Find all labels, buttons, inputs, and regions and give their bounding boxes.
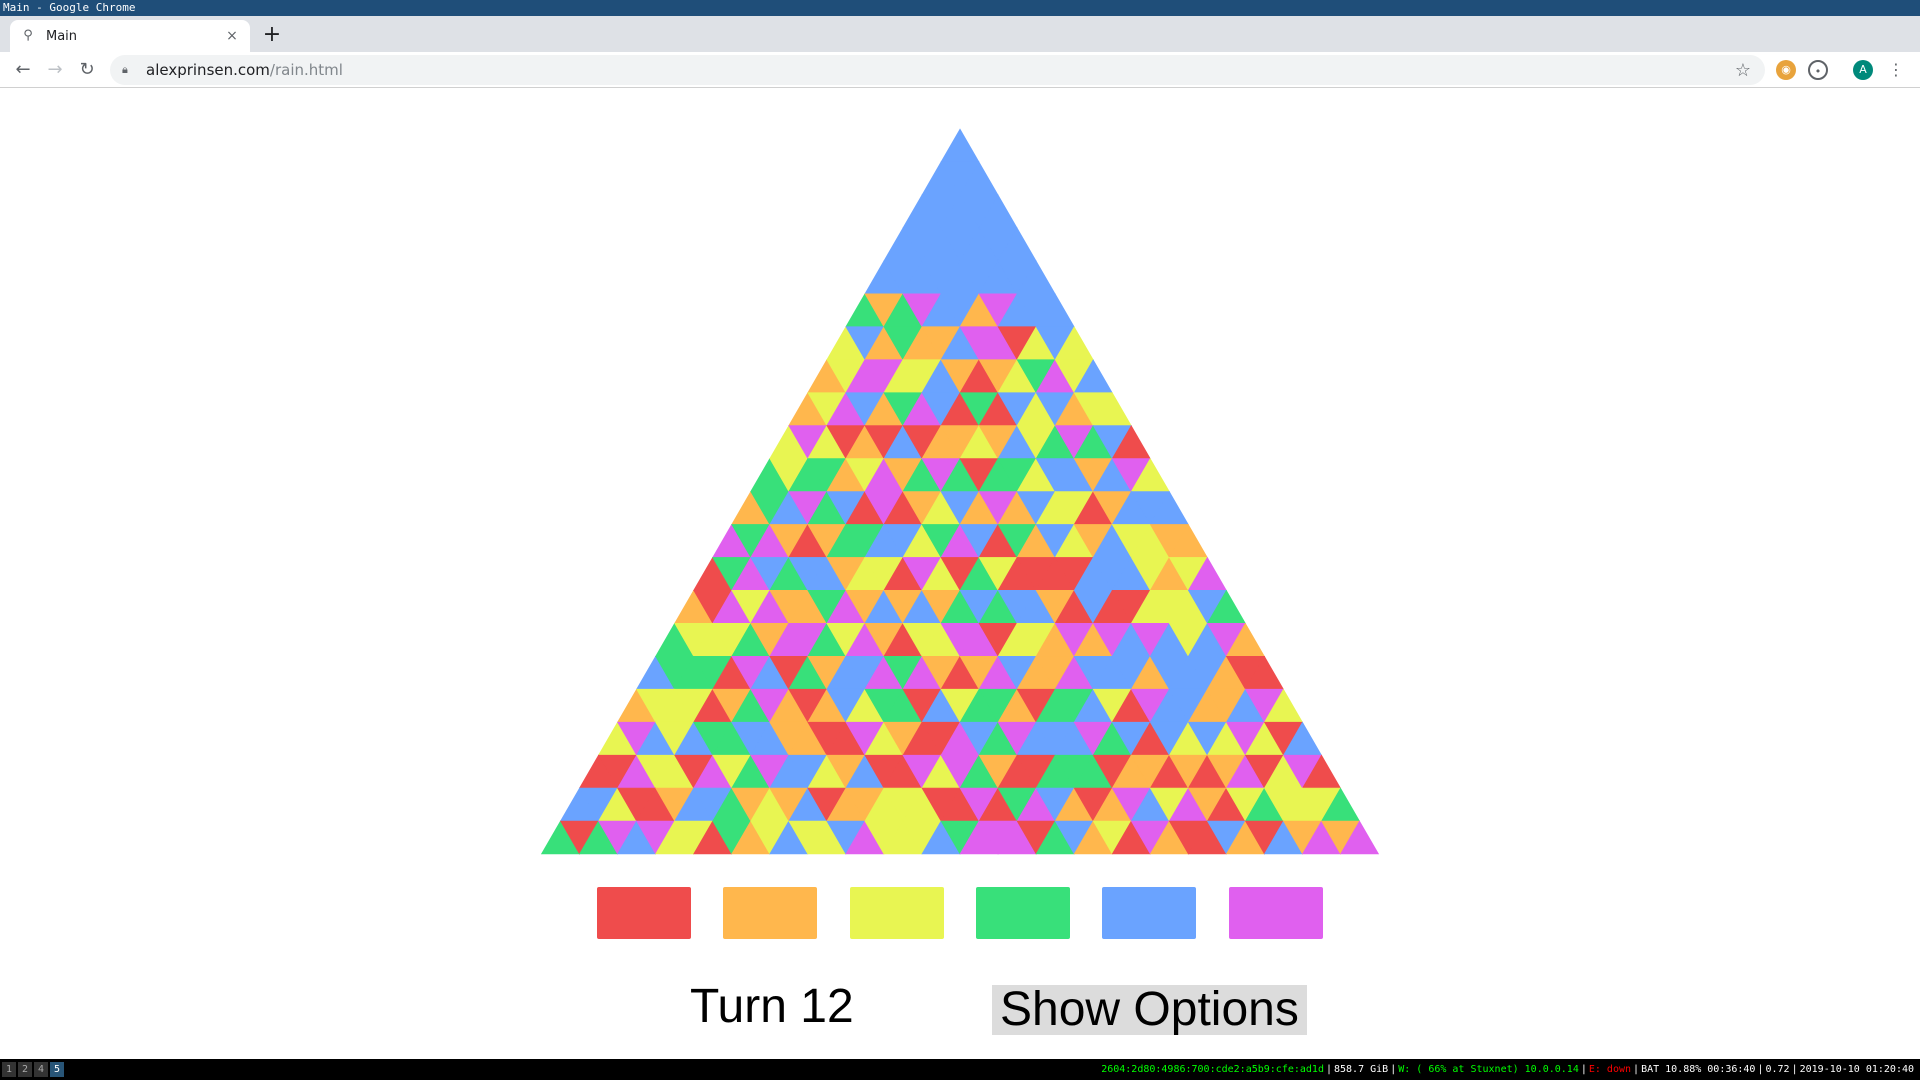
workspace-1[interactable]: 1: [2, 1062, 16, 1077]
color-swatch-magenta[interactable]: [1229, 887, 1323, 939]
color-swatch-green[interactable]: [976, 887, 1070, 939]
date-time: 2019-10-10 01:20:40: [1799, 1064, 1914, 1075]
color-swatch-red[interactable]: [597, 887, 691, 939]
url-path: /rain.html: [269, 61, 343, 79]
address-bar[interactable]: 🔒︎ alexprinsen.com/rain.html ☆: [110, 55, 1765, 85]
profile-avatar[interactable]: A: [1853, 60, 1873, 80]
page-favicon-icon: ⚲: [23, 28, 33, 43]
tab-title: Main: [46, 28, 78, 44]
load-average: 0.72: [1765, 1064, 1790, 1075]
ipv6-address: 2604:2d80:4986:700:cde2:a5b9:cfe:ad1d: [1101, 1064, 1324, 1075]
forward-button[interactable]: →: [41, 56, 69, 84]
workspace-2[interactable]: 2: [18, 1062, 32, 1077]
browser-menu-icon[interactable]: ⋮: [1888, 58, 1904, 82]
tab-strip: ⚲ Main × +: [0, 16, 1920, 52]
show-options-button[interactable]: Show Options: [992, 985, 1307, 1035]
extension-lock-icon[interactable]: •: [1808, 60, 1828, 80]
reload-button[interactable]: ↻: [73, 56, 101, 84]
back-button[interactable]: ←: [9, 56, 37, 84]
lock-icon: 🔒︎: [122, 63, 128, 76]
color-swatch-orange[interactable]: [723, 887, 817, 939]
color-swatch-yellow[interactable]: [850, 887, 944, 939]
system-status-bar: 1 2 4 5 2604:2d80:4986:700:cde2:a5b9:cfe…: [0, 1059, 1920, 1080]
turn-counter: Turn 12: [690, 980, 854, 1033]
status-info: 2604:2d80:4986:700:cde2:a5b9:cfe:ad1d | 85…: [1101, 1064, 1914, 1075]
workspace-4[interactable]: 4: [34, 1062, 48, 1077]
board-cell: [940, 128, 980, 163]
window-title: Main - Google Chrome: [0, 0, 1920, 16]
page-content: Turn 12 Show Options: [0, 89, 1920, 1059]
triangle-board[interactable]: [0, 89, 1920, 879]
extension-icon[interactable]: ◉: [1776, 60, 1796, 80]
new-tab-button[interactable]: +: [260, 24, 284, 48]
battery-status: BAT 10.88% 00:36:40: [1641, 1064, 1756, 1075]
tab-main[interactable]: ⚲ Main ×: [10, 20, 250, 52]
url-host: alexprinsen.com: [146, 61, 270, 79]
bookmark-star-icon[interactable]: ☆: [1735, 60, 1751, 81]
ethernet-status: E: down: [1588, 1064, 1632, 1075]
tab-close-button[interactable]: ×: [224, 28, 240, 44]
color-swatch-blue[interactable]: [1102, 887, 1196, 939]
workspace-5[interactable]: 5: [50, 1062, 64, 1077]
browser-toolbar: ← → ↻ 🔒︎ alexprinsen.com/rain.html ☆ ◉ •…: [0, 52, 1920, 88]
wifi-status: W: ( 66% at Stuxnet) 10.0.0.14: [1398, 1064, 1579, 1075]
disk-usage: 858.7 GiB: [1334, 1064, 1389, 1075]
